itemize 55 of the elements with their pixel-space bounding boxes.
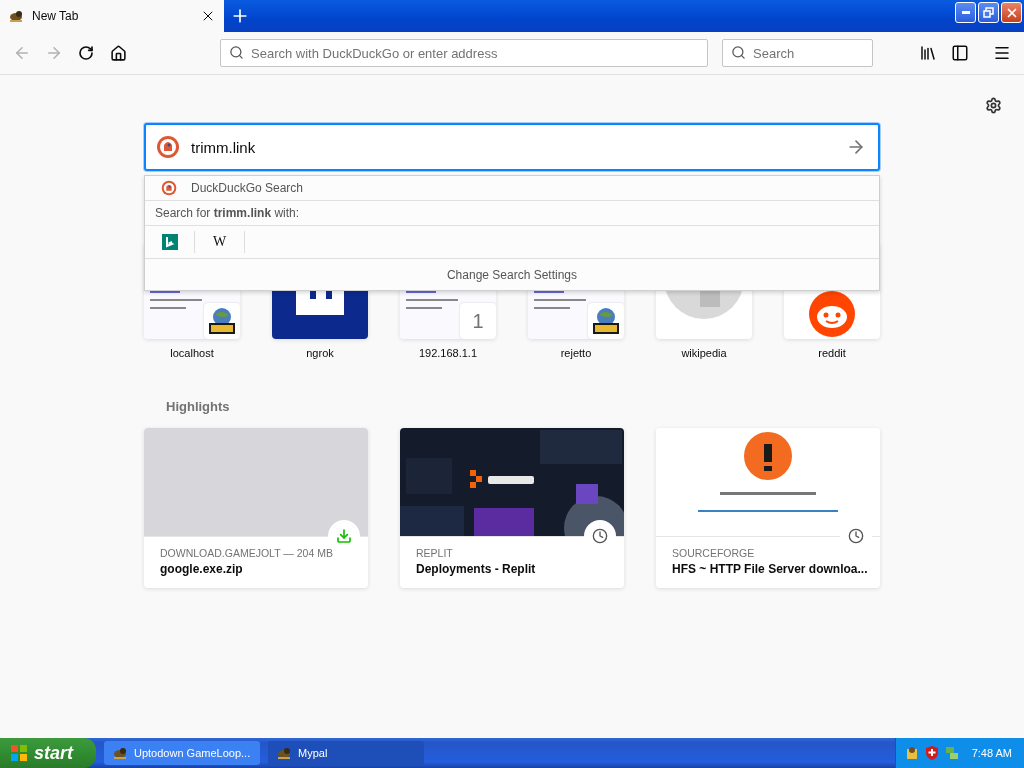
site-label: rejetto	[560, 347, 592, 359]
highlight-card[interactable]: SOURCEFORGE HFS ~ HTTP File Server downloa...	[656, 428, 880, 588]
start-button[interactable]: start	[0, 738, 96, 768]
card-source: SOURCEFORGE	[672, 547, 756, 559]
restore-icon	[983, 7, 994, 18]
forward-arrow-icon	[45, 44, 63, 62]
highlight-card[interactable]: DOWNLOAD.GAMEJOLT — 204 MB google.exe.zip	[144, 428, 368, 588]
address-field[interactable]: Search with DuckDuckGo or enter address	[220, 39, 708, 67]
menu-icon	[993, 44, 1011, 62]
search-icon	[731, 45, 746, 60]
search-for-text: Search for trimm.link with:	[155, 206, 300, 220]
shield-icon[interactable]	[923, 745, 940, 761]
card-title: google.exe.zip	[160, 562, 244, 576]
sidebar-icon	[951, 44, 969, 62]
home-icon	[109, 44, 127, 62]
duck-icon	[156, 135, 180, 159]
mascot-icon	[112, 745, 128, 761]
taskbar-button[interactable]: Mypal	[268, 741, 424, 765]
search-box[interactable]: trimm.link	[144, 123, 880, 171]
suggestion-item[interactable]: DuckDuckGo Search	[191, 181, 304, 195]
minimize-button[interactable]	[955, 2, 976, 23]
hfs-logo-icon	[591, 306, 621, 336]
site-label: wikipedia	[681, 347, 727, 359]
card-title: Deployments - Replit	[416, 562, 537, 576]
flag-icon	[10, 744, 28, 762]
mascot-icon	[8, 8, 24, 24]
site-letter: 1	[460, 303, 496, 339]
browser-tab[interactable]: New Tab	[0, 0, 224, 32]
tab-title: New Tab	[32, 9, 80, 23]
bing-logo-icon	[161, 234, 178, 250]
mascot-icon	[276, 745, 292, 761]
maximize-button[interactable]	[978, 2, 999, 23]
taskbar-button[interactable]: Uptodown GameLoop...	[104, 741, 260, 765]
card-source: REPLIT	[416, 547, 454, 559]
download-icon	[336, 528, 352, 544]
clock-icon	[848, 528, 864, 544]
duck-icon	[161, 180, 177, 196]
site-label: reddit	[818, 347, 846, 359]
settings-icon[interactable]	[985, 97, 1002, 114]
reload-icon	[78, 45, 94, 61]
site-label: 192.168.1.1	[418, 347, 478, 359]
minimize-icon	[961, 11, 970, 14]
hfs-logo-icon	[207, 306, 237, 336]
wikipedia-button[interactable]: W	[195, 231, 245, 253]
site-label: localhost	[170, 347, 214, 359]
card-source: DOWNLOAD.GAMEJOLT — 204 MB	[160, 547, 334, 559]
clock-icon	[592, 528, 608, 544]
search-icon	[229, 45, 244, 60]
site-label: ngrok	[306, 347, 334, 359]
close-button[interactable]	[1001, 2, 1022, 23]
highlight-card[interactable]: REPLIT Deployments - Replit	[400, 428, 624, 588]
search-field[interactable]: Search	[722, 39, 873, 67]
section-heading: Highlights	[166, 399, 231, 414]
library-icon	[919, 44, 937, 62]
clock-text: 7:48 AM	[971, 747, 1012, 759]
